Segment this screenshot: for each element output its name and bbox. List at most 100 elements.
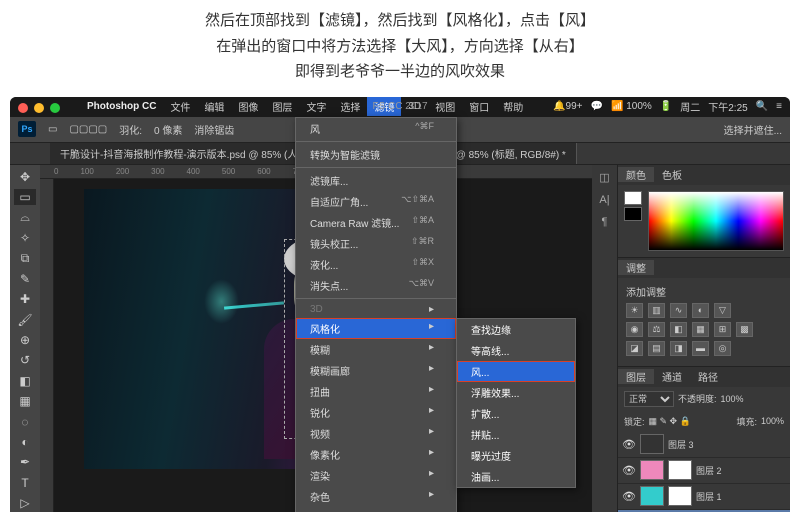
wand-tool-icon[interactable]: ✧	[14, 230, 36, 246]
feather-value[interactable]: 0 像素	[154, 122, 182, 137]
layer-mask-thumbnail[interactable]	[668, 486, 692, 506]
heal-tool-icon[interactable]: ✚	[14, 291, 36, 307]
filter-gallery[interactable]: 滤镜库...	[296, 170, 456, 191]
adj-poster-icon[interactable]: ▤	[648, 341, 665, 356]
adj-balance-icon[interactable]: ⚖	[648, 322, 665, 337]
stylize-contour[interactable]: 等高线...	[457, 340, 575, 361]
visibility-eye-icon[interactable]: 👁	[622, 438, 636, 451]
blend-mode-select[interactable]: 正常	[624, 391, 674, 407]
stylize-wind[interactable]: 风...	[457, 361, 575, 382]
app-name[interactable]: Photoshop CC	[80, 99, 163, 114]
stylize-solarize[interactable]: 曝光过度	[457, 445, 575, 466]
menu-help[interactable]: 帮助	[496, 97, 530, 116]
filter-cat-stylize[interactable]: 风格化▸ 查找边缘 等高线... 风... 浮雕效果... 扩散... 拼贴..…	[296, 318, 456, 339]
layer-mask-thumbnail[interactable]	[668, 460, 692, 480]
battery-icon[interactable]: 🔋	[660, 101, 672, 112]
stylize-oil[interactable]: 油画...	[457, 466, 575, 487]
layer-name[interactable]: 图层 1	[696, 490, 786, 503]
move-tool-icon[interactable]: ✥	[14, 169, 36, 185]
ps-home-icon[interactable]: Ps	[18, 121, 36, 137]
adjustments-tab[interactable]: 调整	[618, 260, 654, 275]
visibility-eye-icon[interactable]: 👁	[622, 490, 636, 503]
lock-icons[interactable]: ▦ ✎ ✥ 🔒	[649, 416, 691, 427]
minimize-window-button[interactable]	[34, 103, 44, 113]
swatches-tab[interactable]: 色板	[654, 167, 690, 182]
filter-adaptive[interactable]: 自适应广角...⌥⇧⌘A	[296, 191, 456, 212]
menu-type[interactable]: 文字	[299, 97, 333, 116]
channels-tab[interactable]: 通道	[654, 369, 690, 384]
history-panel-icon[interactable]: ◫	[599, 171, 609, 184]
tool-preset-icon[interactable]: ▭	[48, 124, 57, 135]
filter-cat-blur-gallery[interactable]: 模糊画廊▸	[296, 360, 456, 381]
color-tab[interactable]: 颜色	[618, 167, 654, 182]
filter-cat-3d[interactable]: 3D▸	[296, 301, 456, 318]
stylize-emboss[interactable]: 浮雕效果...	[457, 382, 575, 403]
adj-hue-icon[interactable]: ◉	[626, 322, 643, 337]
stylize-diffuse[interactable]: 扩散...	[457, 403, 575, 424]
layer-row[interactable]: 👁 人物-原图 拷贝 2	[618, 510, 790, 512]
lasso-tool-icon[interactable]: ⌓	[14, 209, 36, 225]
adj-lookup-icon[interactable]: ▩	[736, 322, 753, 337]
visibility-eye-icon[interactable]: 👁	[622, 464, 636, 477]
foreground-color[interactable]	[624, 191, 642, 205]
brush-tool-icon[interactable]: 🖌	[14, 311, 36, 327]
dodge-tool-icon[interactable]: ◐	[14, 434, 36, 450]
filter-liquify[interactable]: 液化...⇧⌘X	[296, 254, 456, 275]
eraser-tool-icon[interactable]: ◧	[14, 373, 36, 389]
adj-gradmap-icon[interactable]: ▬	[692, 341, 709, 356]
adj-bw-icon[interactable]: ◧	[670, 322, 687, 337]
menu-select[interactable]: 选择	[333, 97, 367, 116]
marquee-mode-icons[interactable]: ▢▢▢▢	[69, 124, 107, 135]
layer-name[interactable]: 图层 3	[668, 438, 786, 451]
layer-thumbnail[interactable]	[640, 434, 664, 454]
eyedropper-tool-icon[interactable]: ✎	[14, 271, 36, 287]
layer-thumbnail[interactable]	[640, 460, 664, 480]
fill-value[interactable]: 100%	[761, 416, 784, 426]
select-and-mask-button[interactable]: 选择并遮住...	[724, 122, 782, 137]
close-window-button[interactable]	[18, 103, 28, 113]
filter-cat-video[interactable]: 视频▸	[296, 423, 456, 444]
type-tool-icon[interactable]: T	[14, 475, 36, 491]
adj-curves-icon[interactable]: ∿	[670, 303, 687, 318]
adj-invert-icon[interactable]: ◪	[626, 341, 643, 356]
paths-tab[interactable]: 路径	[690, 369, 726, 384]
search-icon[interactable]: 🔍	[756, 101, 768, 112]
menu-window[interactable]: 窗口	[462, 97, 496, 116]
menu-layer[interactable]: 图层	[265, 97, 299, 116]
filter-convert-smart[interactable]: 转换为智能滤镜	[296, 144, 456, 165]
adj-mixer-icon[interactable]: ⊞	[714, 322, 731, 337]
wechat-icon[interactable]: 💬	[591, 101, 603, 112]
filter-camera-raw[interactable]: Camera Raw 滤镜...⇧⌘A	[296, 212, 456, 233]
pen-tool-icon[interactable]: ✒	[14, 454, 36, 470]
stamp-tool-icon[interactable]: ⊕	[14, 332, 36, 348]
filter-last[interactable]: 风^⌘F	[296, 118, 456, 139]
adj-levels-icon[interactable]: ▥	[648, 303, 665, 318]
crop-tool-icon[interactable]: ⧉	[14, 250, 36, 266]
layer-row[interactable]: 👁 图层 3	[618, 432, 790, 458]
filter-cat-sharpen[interactable]: 锐化▸	[296, 402, 456, 423]
adj-thresh-icon[interactable]: ◨	[670, 341, 687, 356]
adj-exposure-icon[interactable]: ◐	[692, 303, 709, 318]
adj-vibrance-icon[interactable]: ▽	[714, 303, 731, 318]
filter-cat-distort[interactable]: 扭曲▸	[296, 381, 456, 402]
path-tool-icon[interactable]: ▷	[14, 495, 36, 511]
adj-selcolor-icon[interactable]: ◎	[714, 341, 731, 356]
filter-cat-pixelate[interactable]: 像素化▸	[296, 444, 456, 465]
history-brush-icon[interactable]: ↺	[14, 352, 36, 368]
notification-badge[interactable]: 🔔99+	[553, 101, 582, 112]
filter-vanish[interactable]: 消失点...⌥⌘V	[296, 275, 456, 296]
menu-file[interactable]: 文件	[163, 97, 197, 116]
filter-lens[interactable]: 镜头校正...⇧⌘R	[296, 233, 456, 254]
menu-extra-icon[interactable]: ≡	[776, 101, 782, 112]
adj-photo-icon[interactable]: ▦	[692, 322, 709, 337]
filter-cat-other[interactable]: 其它▸	[296, 507, 456, 512]
layer-row[interactable]: 👁 图层 1	[618, 484, 790, 510]
filter-cat-noise[interactable]: 杂色▸	[296, 486, 456, 507]
gradient-tool-icon[interactable]: ▦	[14, 393, 36, 409]
paragraph-panel-icon[interactable]: ¶	[602, 216, 608, 228]
character-panel-icon[interactable]: A|	[599, 194, 609, 206]
filter-cat-render[interactable]: 渲染▸	[296, 465, 456, 486]
background-color[interactable]	[624, 207, 642, 221]
menu-image[interactable]: 图像	[231, 97, 265, 116]
blur-tool-icon[interactable]: ◌	[14, 413, 36, 429]
